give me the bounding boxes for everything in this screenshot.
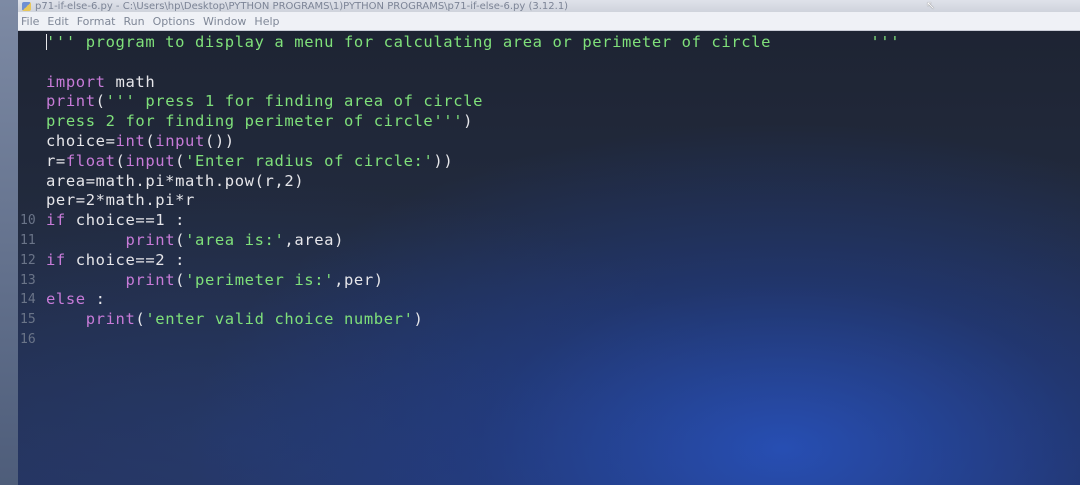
mouse-cursor-icon: ↖ xyxy=(926,0,936,12)
code-token: )) xyxy=(433,151,454,170)
code-line[interactable]: choice=int(input()) xyxy=(18,132,1080,152)
code-token: ( xyxy=(115,151,126,170)
code-line-text: per=2*math.pi*r xyxy=(46,191,195,211)
line-number: 12 xyxy=(20,252,36,268)
code-token: choice= xyxy=(46,131,116,150)
code-token: area=math.pi*math.pow(r,2) xyxy=(46,171,305,190)
keyword-token: print xyxy=(85,310,136,329)
code-line-text: import math xyxy=(46,73,155,93)
code-area[interactable]: ''' program to display a menu for calcul… xyxy=(18,31,1080,350)
code-line[interactable]: 16 xyxy=(18,330,1080,350)
code-line[interactable]: print(''' press 1 for finding area of ci… xyxy=(18,92,1080,112)
menu-file[interactable]: File xyxy=(21,15,39,28)
code-line[interactable]: 12 if choice==2 : xyxy=(18,251,1080,271)
code-line-text: if choice==2 : xyxy=(46,251,185,271)
code-line[interactable]: r=float(input('Enter radius of circle:')… xyxy=(18,152,1080,172)
string-token: 'perimeter is:' xyxy=(185,270,335,289)
keyword-token: int xyxy=(115,131,146,150)
line-number: 15 xyxy=(20,312,36,328)
keyword-token: input xyxy=(155,131,205,150)
code-line-text: print('perimeter is:',per) xyxy=(46,271,384,291)
code-token: ()) xyxy=(204,131,235,150)
window-title: p71-if-else-6.py - C:\Users\hp\Desktop\P… xyxy=(35,0,569,12)
code-token: per=2*math.pi*r xyxy=(46,191,195,210)
code-line[interactable] xyxy=(18,53,1080,73)
code-line[interactable]: import math xyxy=(18,73,1080,93)
code-token: r= xyxy=(46,151,66,170)
code-line-text: r=float(input('Enter radius of circle:')… xyxy=(46,152,453,172)
menu-edit[interactable]: Edit xyxy=(47,15,68,28)
code-line-text: ''' program to display a menu for calcul… xyxy=(46,33,900,53)
string-token: 'Enter radius of circle:' xyxy=(185,151,434,170)
code-token: ) xyxy=(463,112,474,131)
code-line[interactable]: 10 if choice==1 : xyxy=(18,211,1080,231)
menu-run[interactable]: Run xyxy=(124,15,145,28)
code-line[interactable]: 14 else : xyxy=(18,290,1080,310)
code-line-text: area=math.pi*math.pow(r,2) xyxy=(46,172,304,192)
code-token: choice==2 : xyxy=(65,250,186,269)
idle-editor-window: p71-if-else-6.py - C:\Users\hp\Desktop\P… xyxy=(18,0,1080,485)
code-line[interactable]: 11 print('area is:',area) xyxy=(18,231,1080,251)
line-number: 10 xyxy=(20,213,36,229)
code-token: ) xyxy=(413,310,424,329)
code-line[interactable]: ''' program to display a menu for calcul… xyxy=(18,33,1080,53)
menu-bar: File Edit Format Run Options Window Help xyxy=(18,12,1080,31)
code-line[interactable]: area=math.pi*math.pow(r,2) xyxy=(18,172,1080,192)
code-line-text: press 2 for finding perimeter of circle'… xyxy=(46,112,473,132)
code-token: ,area) xyxy=(284,230,344,249)
keyword-token: if xyxy=(46,250,66,269)
line-number: 13 xyxy=(20,272,36,288)
line-number: 16 xyxy=(20,331,36,347)
code-token: ,per) xyxy=(334,270,384,289)
code-token: ( xyxy=(175,230,186,249)
menu-window[interactable]: Window xyxy=(203,15,246,28)
text-caret xyxy=(46,34,47,50)
keyword-token: else xyxy=(46,290,86,309)
menu-help[interactable]: Help xyxy=(254,15,279,28)
string-token: 'enter valid choice number' xyxy=(145,310,414,329)
keyword-token: print xyxy=(125,270,176,289)
string-token: press 2 for finding perimeter of circle'… xyxy=(46,112,464,131)
code-line[interactable]: per=2*math.pi*r xyxy=(18,191,1080,211)
code-token: choice==1 : xyxy=(65,211,186,230)
code-token: ( xyxy=(135,310,146,329)
code-token: ( xyxy=(95,92,106,111)
code-line[interactable]: 15 print('enter valid choice number') xyxy=(18,310,1080,330)
code-line[interactable]: 13 print('perimeter is:',per) xyxy=(18,271,1080,291)
line-number: 11 xyxy=(20,232,36,248)
line-number: 14 xyxy=(20,292,36,308)
code-token: math xyxy=(105,72,156,91)
code-line[interactable]: press 2 for finding perimeter of circle'… xyxy=(18,112,1080,132)
code-line-text: else : xyxy=(46,290,106,310)
code-token: ( xyxy=(145,131,156,150)
string-token: ''' program to display a menu for calcul… xyxy=(46,33,901,51)
python-app-icon xyxy=(22,1,31,11)
keyword-token: float xyxy=(65,151,116,170)
code-line-text: choice=int(input()) xyxy=(46,132,235,152)
title-bar: p71-if-else-6.py - C:\Users\hp\Desktop\P… xyxy=(18,0,1080,12)
keyword-token: import xyxy=(46,72,106,91)
menu-options[interactable]: Options xyxy=(153,15,195,28)
code-line-text: print('enter valid choice number') xyxy=(46,310,423,330)
string-token: ''' press 1 for finding area of circle xyxy=(105,92,484,111)
code-token: ( xyxy=(175,151,186,170)
code-line-text: print(''' press 1 for finding area of ci… xyxy=(46,92,483,112)
menu-format[interactable]: Format xyxy=(77,15,116,28)
code-token: : xyxy=(85,290,106,309)
keyword-token: input xyxy=(125,151,176,170)
code-token: ( xyxy=(175,270,186,289)
code-line-text: if choice==1 : xyxy=(46,211,185,231)
code-line-text: print('area is:',area) xyxy=(46,231,344,251)
keyword-token: if xyxy=(46,211,66,230)
keyword-token: print xyxy=(125,230,176,249)
string-token: 'area is:' xyxy=(185,230,285,249)
code-editor[interactable]: ''' program to display a menu for calcul… xyxy=(18,31,1080,485)
keyword-token: print xyxy=(46,92,96,111)
